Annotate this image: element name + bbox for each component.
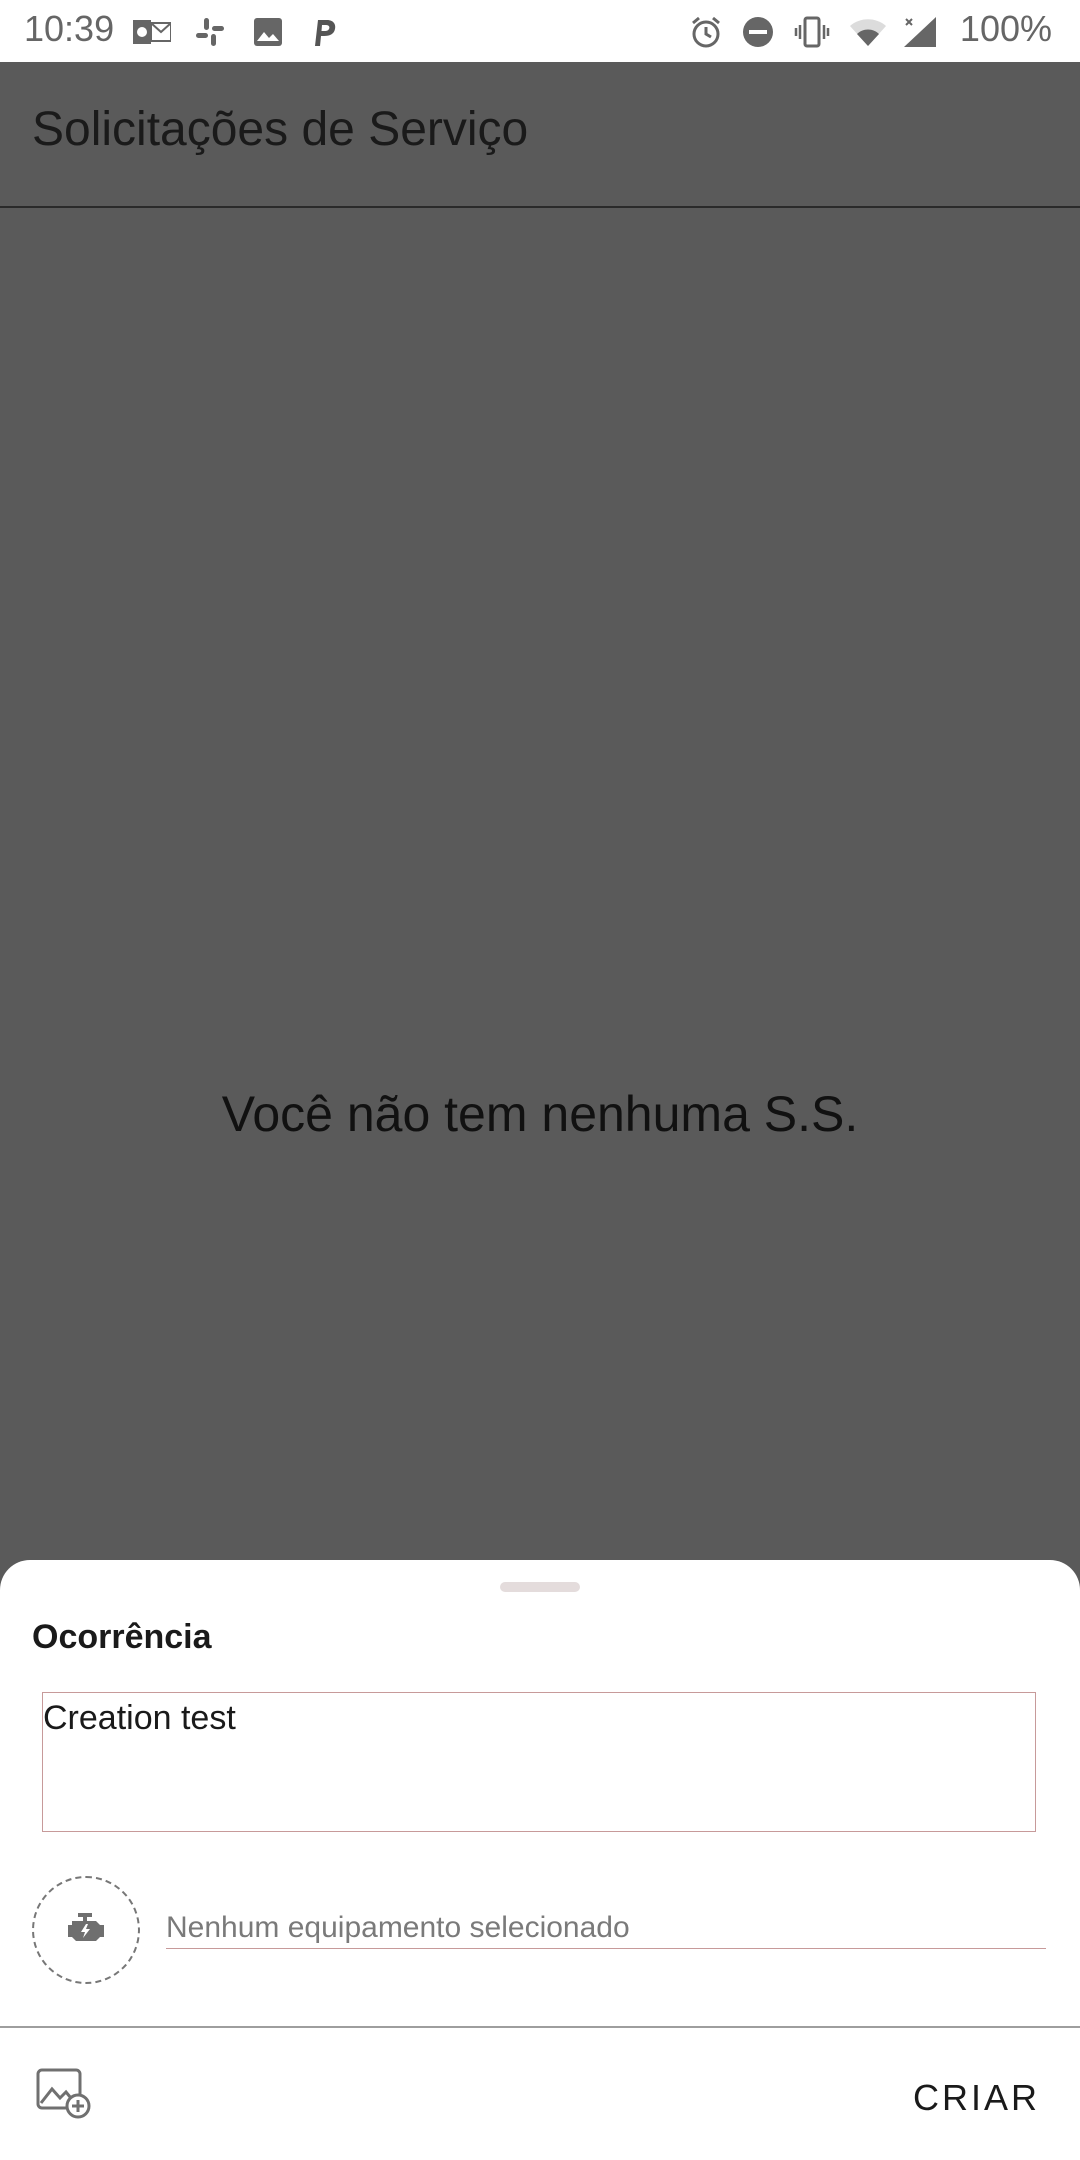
divider xyxy=(0,2026,1080,2028)
add-photo-icon xyxy=(35,2067,91,2124)
vibrate-icon xyxy=(792,12,832,52)
occurrence-value: Creation test xyxy=(43,1699,236,1737)
alarm-icon xyxy=(686,12,726,52)
occurrence-input[interactable]: Creation test xyxy=(42,1692,1036,1832)
wifi-icon xyxy=(848,12,888,52)
occurrence-label: Ocorrência xyxy=(32,1618,212,1656)
create-request-sheet: Ocorrência Creation test Nenhum equipame… xyxy=(0,1560,1080,2160)
slack-icon xyxy=(190,12,230,52)
equipment-field[interactable]: Nenhum equipamento selecionado xyxy=(166,1908,1046,1949)
p-icon xyxy=(304,12,344,52)
image-icon xyxy=(248,12,288,52)
app-header: Solicitações de Serviço xyxy=(0,62,1080,208)
battery-level: 100% xyxy=(959,8,1052,49)
drag-handle[interactable] xyxy=(500,1582,580,1592)
status-bar: 10:39 100% xyxy=(0,0,1080,62)
status-time: 10:39 xyxy=(24,8,115,49)
signal-icon xyxy=(900,12,940,52)
outlook-icon xyxy=(132,12,172,52)
select-equipment-button[interactable] xyxy=(32,1876,140,1984)
add-photo-button[interactable] xyxy=(28,2060,98,2130)
create-button[interactable]: CRIAR xyxy=(909,2070,1044,2126)
dnd-icon xyxy=(738,12,778,52)
engine-icon xyxy=(66,1911,106,1950)
page-title: Solicitações de Serviço xyxy=(32,103,529,156)
empty-state-message: Você não tem nenhuma S.S. xyxy=(221,1086,859,1142)
